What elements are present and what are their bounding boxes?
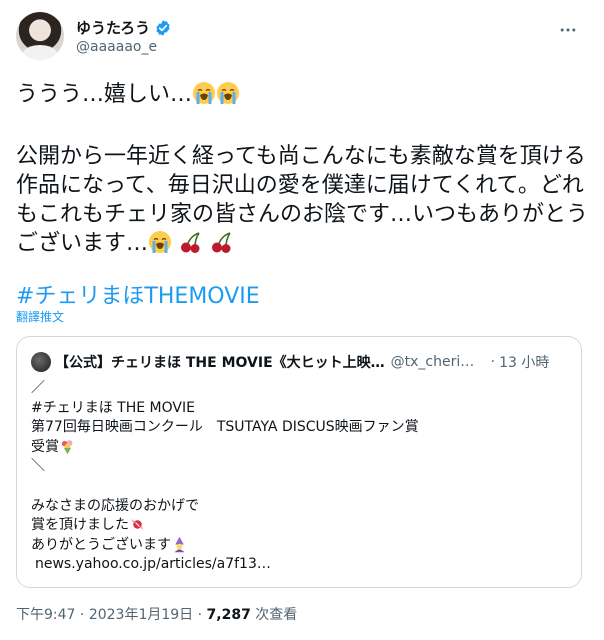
quoted-line: 第77回毎日映画コンクール TSUTAYA DISCUS映画ファン賞 (31, 419, 419, 436)
tweet-header: ゆうたろう @aaaaao_e (16, 12, 588, 62)
quoted-link-line: news.yahoo.co.jp/articles/a7f13… (31, 555, 571, 575)
quoted-line-blank (31, 477, 571, 497)
loudly-crying-face-icon (216, 81, 240, 113)
hashtag-link[interactable]: #チェリまほTHEMOVIE (16, 278, 260, 310)
translate-tweet-link[interactable]: 翻譯推文 (16, 308, 64, 325)
tweet-line-1: ううう…嬉しい… (16, 82, 193, 107)
meta-separator: · (75, 607, 89, 623)
quoted-line-text: 受賞 (31, 438, 59, 455)
loudly-crying-face-icon (192, 81, 216, 113)
verified-badge-icon (154, 19, 172, 37)
tweet-paragraph-2: 公開から一年近く経っても尚こんなにも素敵な賞を頂ける作品になって、毎日沢山の愛を… (16, 144, 589, 256)
quoted-line-thanks-2: ありがとうございます (31, 536, 571, 556)
quoted-line-thanks: 賞を頂けました (31, 516, 571, 536)
quoted-hashtag-line: #チェリまほ THE MOVIE (31, 399, 195, 416)
quoted-line-award: 受賞 (31, 438, 571, 458)
tweet-text: ううう…嬉しい… 公開から一年近く経っても尚こんなにも素敵な賞を頂ける作品になっ… (16, 80, 588, 262)
quoted-tweet-card[interactable]: 【公式】チェリまほ THE MOVIE《大ヒット上映… @tx_cherim… … (16, 336, 582, 588)
cherries-icon (179, 230, 203, 262)
cherries-icon (210, 230, 234, 262)
quoted-line-text: 賞を頂けました (31, 517, 129, 534)
more-options-icon[interactable] (556, 18, 580, 42)
views-count: 7,287 (206, 607, 251, 623)
meta-separator: · (193, 607, 207, 623)
views-label: 次查看 (250, 607, 298, 623)
loudly-crying-face-icon (148, 230, 172, 262)
display-name[interactable]: ゆうたろう (76, 17, 150, 38)
separator-dot: · (490, 354, 496, 370)
quoted-timestamp: 13 小時 (499, 355, 550, 371)
quoted-tweet-body: ／ #チェリまほ THE MOVIE 第77回毎日映画コンクール TSUTAYA… (31, 379, 571, 575)
quoted-line: ／ (31, 380, 45, 396)
post-time[interactable]: 下午9:47 (16, 607, 75, 623)
quoted-line: ＼ (31, 458, 45, 475)
bouquet-icon (59, 438, 76, 462)
tweet-meta: 下午9:47 · 2023年1月19日 · 7,287 次查看 (16, 604, 297, 624)
quoted-line: みなさまの応援のおかげで (31, 497, 199, 514)
quoted-article-link[interactable]: news.yahoo.co.jp/articles/a7f13… (35, 556, 271, 572)
quoted-line-text: ありがとうございます (31, 536, 171, 553)
name-row: ゆうたろう (76, 17, 172, 38)
quoted-handle: @tx_cherim… (390, 354, 487, 370)
quoted-avatar (31, 352, 51, 372)
post-date[interactable]: 2023年1月19日 (89, 607, 193, 623)
quoted-tweet-header: 【公式】チェリまほ THE MOVIE《大ヒット上映… @tx_cherim… … (31, 351, 569, 373)
avatar[interactable] (16, 12, 64, 60)
handle[interactable]: @aaaaao_e (76, 39, 157, 55)
quoted-display-name: 【公式】チェリまほ THE MOVIE《大ヒット上映… (55, 355, 385, 371)
